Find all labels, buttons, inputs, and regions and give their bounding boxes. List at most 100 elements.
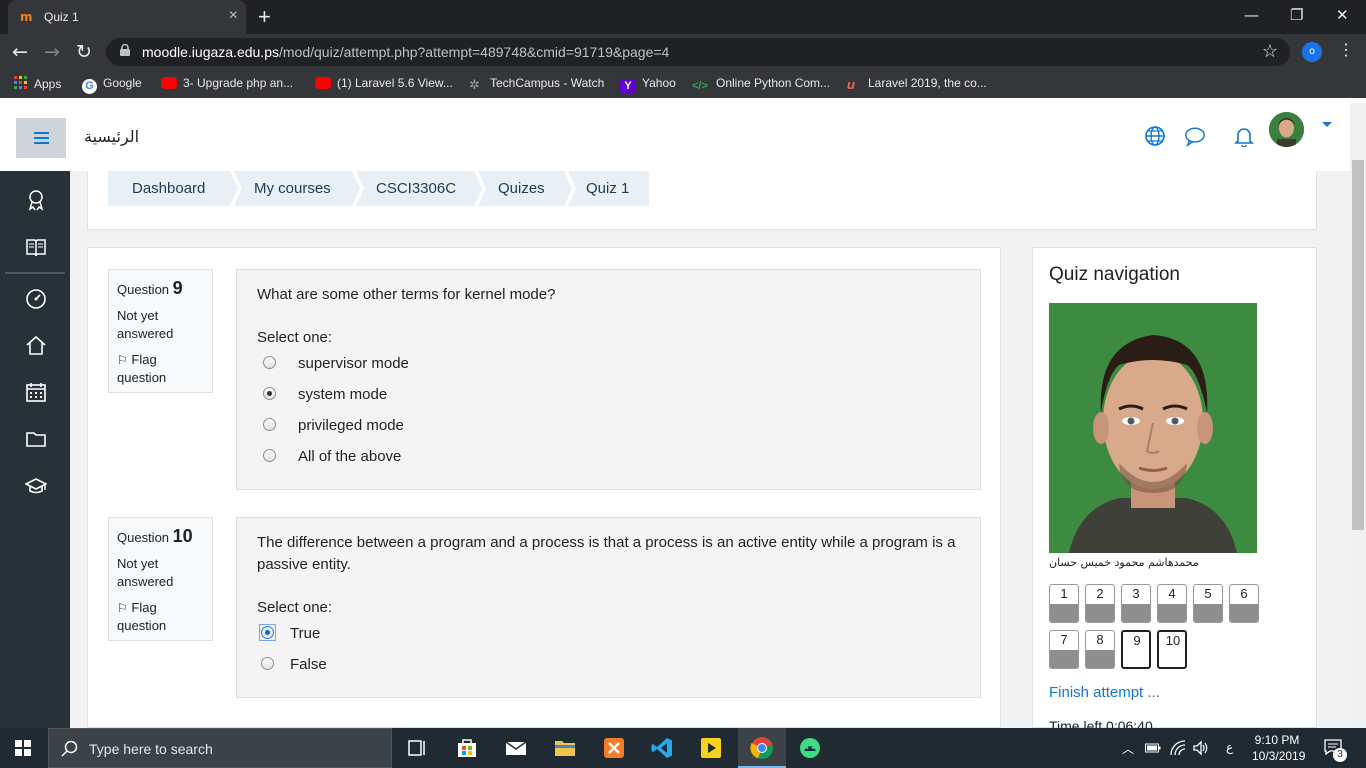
- user-photo-icon: [1269, 112, 1304, 147]
- home-icon[interactable]: [25, 334, 47, 356]
- microsoft-store-icon[interactable]: [455, 736, 479, 760]
- option-label[interactable]: supervisor mode: [298, 355, 409, 372]
- hamburger-icon: [34, 132, 49, 134]
- quiz-nav-button-10[interactable]: 10: [1157, 630, 1187, 669]
- question-number: Question 9: [117, 278, 183, 298]
- option-radio-selected[interactable]: [261, 626, 274, 639]
- bookmark-laravel-view[interactable]: (1) Laravel 5.6 View...: [315, 76, 453, 90]
- badges-icon[interactable]: [25, 189, 47, 211]
- bookmark-label: Online Python Com...: [716, 76, 831, 90]
- flag-question-link[interactable]: ⚐ Flag question: [117, 351, 204, 387]
- new-tab-icon[interactable]: +: [258, 4, 271, 30]
- bookmark-laravel-2019[interactable]: u Laravel 2019, the co...: [847, 76, 987, 92]
- question-content-9: What are some other terms for kernel mod…: [236, 269, 981, 490]
- battery-icon[interactable]: [1145, 742, 1161, 754]
- browser-menu-icon[interactable]: ⋮: [1338, 40, 1354, 60]
- quiz-nav-button-1[interactable]: 1: [1049, 584, 1079, 623]
- quiz-nav-button-6[interactable]: 6: [1229, 584, 1259, 623]
- option-label[interactable]: system mode: [298, 386, 387, 403]
- close-tab-icon[interactable]: ×: [229, 7, 238, 25]
- quiz-nav-button-3[interactable]: 3: [1121, 584, 1151, 623]
- windows-start-icon[interactable]: [15, 740, 31, 756]
- taskbar-clock[interactable]: 9:10 PM 10/3/2019: [1252, 732, 1305, 764]
- option-label[interactable]: False: [290, 656, 327, 673]
- bookmark-upgrade-php[interactable]: 3- Upgrade php an...: [161, 76, 293, 90]
- option-radio[interactable]: [263, 418, 276, 431]
- quiz-nav-button-8[interactable]: 8: [1085, 630, 1115, 669]
- clock-time: 9:10 PM: [1254, 733, 1300, 747]
- option-label[interactable]: True: [290, 625, 320, 642]
- quiz-nav-button-9[interactable]: 9: [1121, 630, 1151, 669]
- flag-question-link[interactable]: ⚐ Flag question: [117, 599, 204, 635]
- scrollbar-thumb[interactable]: [1352, 160, 1364, 530]
- minimize-icon[interactable]: —: [1244, 6, 1259, 24]
- user-avatar[interactable]: [1269, 112, 1304, 147]
- language-globe-icon[interactable]: [1144, 125, 1166, 147]
- quiz-nav-button-5[interactable]: 5: [1193, 584, 1223, 623]
- finish-attempt-link[interactable]: Finish attempt ...: [1049, 684, 1160, 701]
- question-info-10: Question 10 Not yet answered ⚐ Flag ques…: [108, 517, 213, 641]
- answered-fill: [1158, 604, 1186, 622]
- calendar-icon[interactable]: [25, 381, 47, 403]
- input-language-indicator[interactable]: ع: [1226, 740, 1233, 754]
- student-name: محمدهاشم محمود خميس حسان: [1049, 556, 1199, 569]
- chrome-icon[interactable]: [750, 736, 774, 760]
- option-radio-selected[interactable]: [263, 387, 276, 400]
- player-icon[interactable]: [699, 736, 723, 760]
- volume-icon[interactable]: [1193, 740, 1209, 756]
- task-view-icon[interactable]: [405, 736, 429, 760]
- quiz-nav-button-4[interactable]: 4: [1157, 584, 1187, 623]
- bookmark-yahoo[interactable]: Y Yahoo: [620, 76, 676, 93]
- answered-fill: [1194, 604, 1222, 622]
- profile-avatar[interactable]: o: [1302, 42, 1322, 62]
- vscode-icon[interactable]: [650, 736, 674, 760]
- restore-icon[interactable]: ❐: [1290, 6, 1303, 24]
- bookmark-google[interactable]: G Google: [82, 76, 142, 94]
- option-radio[interactable]: [261, 657, 274, 670]
- browser-tab[interactable]: m Quiz 1 ×: [8, 0, 246, 34]
- tray-chevron-icon[interactable]: ︿: [1122, 740, 1134, 757]
- yahoo-icon: Y: [620, 79, 636, 93]
- option-label[interactable]: privileged mode: [298, 417, 404, 434]
- back-icon[interactable]: ←: [12, 41, 28, 63]
- nav-drawer: [0, 171, 70, 728]
- android-studio-icon[interactable]: [798, 736, 822, 760]
- quiz-nav-button-7[interactable]: 7: [1049, 630, 1079, 669]
- bookmark-star-icon[interactable]: ☆: [1262, 41, 1278, 62]
- address-bar[interactable]: moodle.iugaza.edu.ps/mod/quiz/attempt.ph…: [106, 38, 1290, 66]
- answered-fill: [1230, 604, 1258, 622]
- lock-icon: [120, 44, 130, 56]
- apps-grid-icon: [14, 76, 27, 89]
- moodle-favicon-icon: m: [20, 10, 33, 24]
- window-close-icon[interactable]: ✕: [1336, 6, 1349, 24]
- private-files-folder-icon[interactable]: [25, 428, 47, 450]
- site-home-link[interactable]: الرئيسية: [84, 127, 139, 146]
- bookmark-online-python[interactable]: </> Online Python Com...: [692, 76, 830, 94]
- dashboard-gauge-icon[interactable]: [25, 288, 47, 310]
- question-number: Question 10: [117, 526, 193, 546]
- reload-icon[interactable]: ↻: [76, 41, 92, 63]
- tab-title: Quiz 1: [44, 10, 79, 24]
- bookmark-techcampus[interactable]: ✲ TechCampus - Watch: [469, 76, 604, 92]
- forward-icon[interactable]: →: [44, 41, 60, 63]
- option-label[interactable]: All of the above: [298, 448, 401, 465]
- bookmark-apps[interactable]: Apps: [14, 76, 61, 91]
- option-radio[interactable]: [263, 356, 276, 369]
- quiz-nav-button-2[interactable]: 2: [1085, 584, 1115, 623]
- user-menu-caret-icon[interactable]: [1322, 122, 1332, 127]
- search-icon: [61, 740, 78, 757]
- question-content-10: The difference between a program and a p…: [236, 517, 981, 698]
- wifi-icon[interactable]: [1170, 740, 1186, 756]
- notifications-bell-icon[interactable]: [1233, 125, 1255, 147]
- option-radio[interactable]: [263, 449, 276, 462]
- file-explorer-icon[interactable]: [553, 736, 577, 760]
- bookmark-label: Apps: [34, 77, 62, 91]
- youtube-icon: [161, 77, 177, 89]
- my-courses-cap-icon[interactable]: [25, 475, 47, 497]
- mail-icon[interactable]: [504, 736, 528, 760]
- drawer-toggle-button[interactable]: [16, 118, 66, 158]
- course-book-icon[interactable]: [25, 236, 47, 258]
- xampp-icon[interactable]: [602, 736, 626, 760]
- taskbar-search-box[interactable]: Type here to search: [48, 728, 392, 768]
- messages-icon[interactable]: [1184, 125, 1206, 147]
